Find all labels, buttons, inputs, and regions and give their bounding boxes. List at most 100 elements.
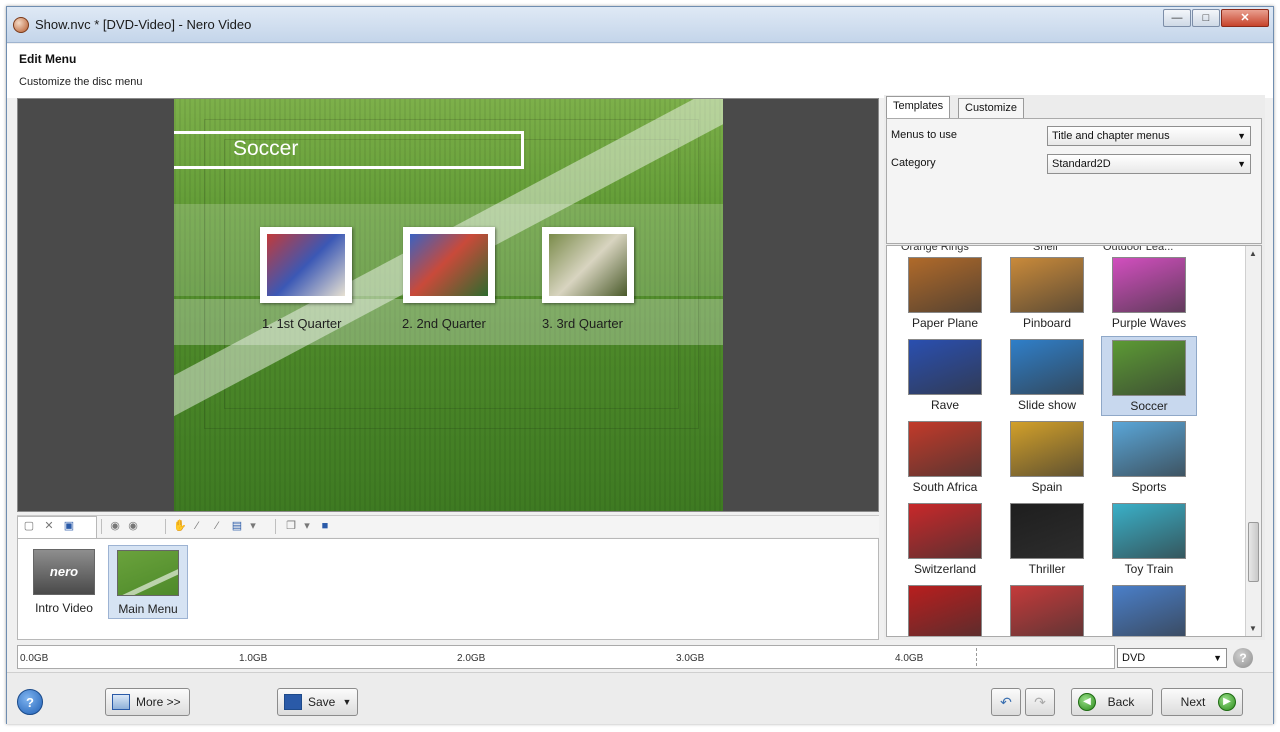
- scrollbar-thumb[interactable]: [1248, 522, 1259, 582]
- template-label: Purple Waves: [1111, 316, 1187, 330]
- help-icon[interactable]: ?: [1233, 648, 1253, 668]
- save-button[interactable]: Save ▼: [277, 688, 359, 716]
- template-thumbnail: [908, 503, 982, 559]
- menus-to-use-value: Title and chapter menus: [1052, 130, 1170, 142]
- chapter-label-3[interactable]: 3. 3rd Quarter: [542, 316, 623, 331]
- chevron-down-icon: ▼: [342, 697, 352, 707]
- capacity-tick: 4.0GB: [895, 653, 924, 664]
- menus-to-use-label: Menus to use: [891, 129, 958, 141]
- window-title: Show.nvc * [DVD-Video] - Nero Video: [35, 17, 252, 32]
- template-label: Switzerland: [913, 562, 977, 576]
- template-thumbnail: [1010, 585, 1084, 636]
- more-button[interactable]: More >>: [105, 688, 190, 716]
- template-cell[interactable]: South Africa: [897, 418, 993, 498]
- save-icon[interactable]: ▣: [63, 520, 75, 532]
- redo-icon: ↷: [1025, 688, 1055, 716]
- template-thumbnail: [1112, 585, 1186, 636]
- save-label: Save: [308, 695, 336, 709]
- intro-thumb: nero: [33, 549, 95, 595]
- category-value: Standard2D: [1052, 158, 1111, 170]
- template-cell[interactable]: Rave: [897, 336, 993, 416]
- menu-preview[interactable]: Soccer 1. 1st Quarter 2. 2nd Quarter 3. …: [17, 98, 879, 512]
- template-cell[interactable]: [999, 582, 1095, 636]
- template-cell[interactable]: Spain: [999, 418, 1095, 498]
- delete-icon[interactable]: ✕: [43, 520, 55, 532]
- title-bar: Show.nvc * [DVD-Video] - Nero Video — □ …: [7, 7, 1273, 43]
- tab-customize[interactable]: Customize: [958, 98, 1024, 118]
- menu-title-box[interactable]: Soccer: [174, 131, 524, 169]
- template-cell[interactable]: Toy Train: [1101, 500, 1197, 580]
- chapter-label-2[interactable]: 2. 2nd Quarter: [402, 316, 486, 331]
- template-cell[interactable]: Switzerland: [897, 500, 993, 580]
- menu-canvas[interactable]: Soccer 1. 1st Quarter 2. 2nd Quarter 3. …: [174, 99, 723, 511]
- template-cell[interactable]: Sports: [1101, 418, 1197, 498]
- capacity-tick: 0.0GB: [20, 653, 49, 664]
- template-cell[interactable]: Paper Plane: [897, 254, 993, 334]
- close-button[interactable]: ✕: [1221, 9, 1269, 27]
- disc-type-select[interactable]: DVD ▼: [1117, 648, 1227, 668]
- screen-icon[interactable]: ▤: [231, 520, 243, 532]
- template-cell[interactable]: Purple Waves: [1101, 254, 1197, 334]
- scroll-down-icon[interactable]: ▼: [1249, 624, 1257, 633]
- tab-templates[interactable]: Templates: [886, 96, 951, 118]
- templates-options: Menus to use Title and chapter menus ▼ C…: [886, 118, 1262, 244]
- template-thumbnail: [908, 585, 982, 636]
- square-icon[interactable]: ■: [319, 520, 331, 532]
- template-label: Paper Plane: [911, 316, 979, 330]
- page-title: Edit Menu: [19, 52, 77, 66]
- tool-icon[interactable]: ⁄: [211, 520, 223, 532]
- gallery-scrollbar[interactable]: ▲ ▼: [1245, 246, 1261, 636]
- template-thumbnail: [1010, 421, 1084, 477]
- template-cell[interactable]: [897, 582, 993, 636]
- bottom-bar: ? More >> Save ▼ ↶ ↷ ◀ Back Next ▶: [7, 672, 1273, 724]
- dropdown-icon[interactable]: ▾: [247, 520, 259, 532]
- category-label: Category: [891, 157, 936, 169]
- template-thumbnail: [1010, 503, 1084, 559]
- template-cell[interactable]: Slide show: [999, 336, 1095, 416]
- stop-icon[interactable]: ◉: [127, 520, 139, 532]
- partial-template-label[interactable]: Orange Rings: [901, 246, 969, 253]
- template-gallery[interactable]: Orange Rings Shelf Outdoor Lea... Paper …: [886, 245, 1262, 637]
- help-button[interactable]: ?: [17, 689, 43, 715]
- chapter-thumb-1[interactable]: [260, 227, 352, 303]
- back-button[interactable]: ◀ Back: [1071, 688, 1153, 716]
- layer-icon[interactable]: ❐: [285, 520, 297, 532]
- record-icon[interactable]: ◉: [109, 520, 121, 532]
- category-select[interactable]: Standard2D ▼: [1047, 154, 1251, 174]
- page-icon[interactable]: ▢: [23, 520, 35, 532]
- template-label: Sports: [1131, 480, 1167, 494]
- chapter-thumb-3[interactable]: [542, 227, 634, 303]
- minimize-button[interactable]: —: [1163, 9, 1191, 27]
- menus-to-use-select[interactable]: Title and chapter menus ▼: [1047, 126, 1251, 146]
- timeline-label: Main Menu: [118, 602, 178, 616]
- partial-template-label[interactable]: Shelf: [1033, 246, 1058, 253]
- template-cell[interactable]: Soccer: [1101, 336, 1197, 416]
- layer-dropdown-icon[interactable]: ▾: [301, 520, 313, 532]
- wand-icon[interactable]: ⁄: [191, 520, 203, 532]
- app-window: Show.nvc * [DVD-Video] - Nero Video — □ …: [6, 6, 1274, 724]
- hand-icon[interactable]: ✋: [173, 520, 187, 532]
- template-thumbnail: [1112, 257, 1186, 313]
- maximize-button[interactable]: □: [1192, 9, 1220, 27]
- menu-title: Soccer: [233, 137, 299, 160]
- template-label: South Africa: [912, 480, 978, 494]
- next-button[interactable]: Next ▶: [1161, 688, 1243, 716]
- template-cell[interactable]: [1101, 582, 1197, 636]
- capacity-tick: 1.0GB: [239, 653, 268, 664]
- template-cell[interactable]: Thriller: [999, 500, 1095, 580]
- capacity-tick: 2.0GB: [457, 653, 486, 664]
- template-cell[interactable]: Pinboard: [999, 254, 1095, 334]
- template-label: Rave: [930, 398, 959, 412]
- timeline-item-main-menu[interactable]: Main Menu: [108, 545, 188, 619]
- chapter-label-1[interactable]: 1. 1st Quarter: [262, 316, 341, 331]
- disc-type-value: DVD: [1122, 652, 1146, 664]
- template-thumbnail: [908, 339, 982, 395]
- chapter-thumb-2[interactable]: [403, 227, 495, 303]
- template-thumbnail: [908, 257, 982, 313]
- menu-timeline: nero Intro Video Main Menu: [17, 538, 879, 640]
- timeline-item-intro[interactable]: nero Intro Video: [24, 545, 104, 619]
- template-label: Soccer: [1130, 399, 1168, 413]
- scroll-up-icon[interactable]: ▲: [1249, 249, 1257, 258]
- undo-icon[interactable]: ↶: [991, 688, 1021, 716]
- partial-template-label[interactable]: Outdoor Lea...: [1103, 246, 1173, 253]
